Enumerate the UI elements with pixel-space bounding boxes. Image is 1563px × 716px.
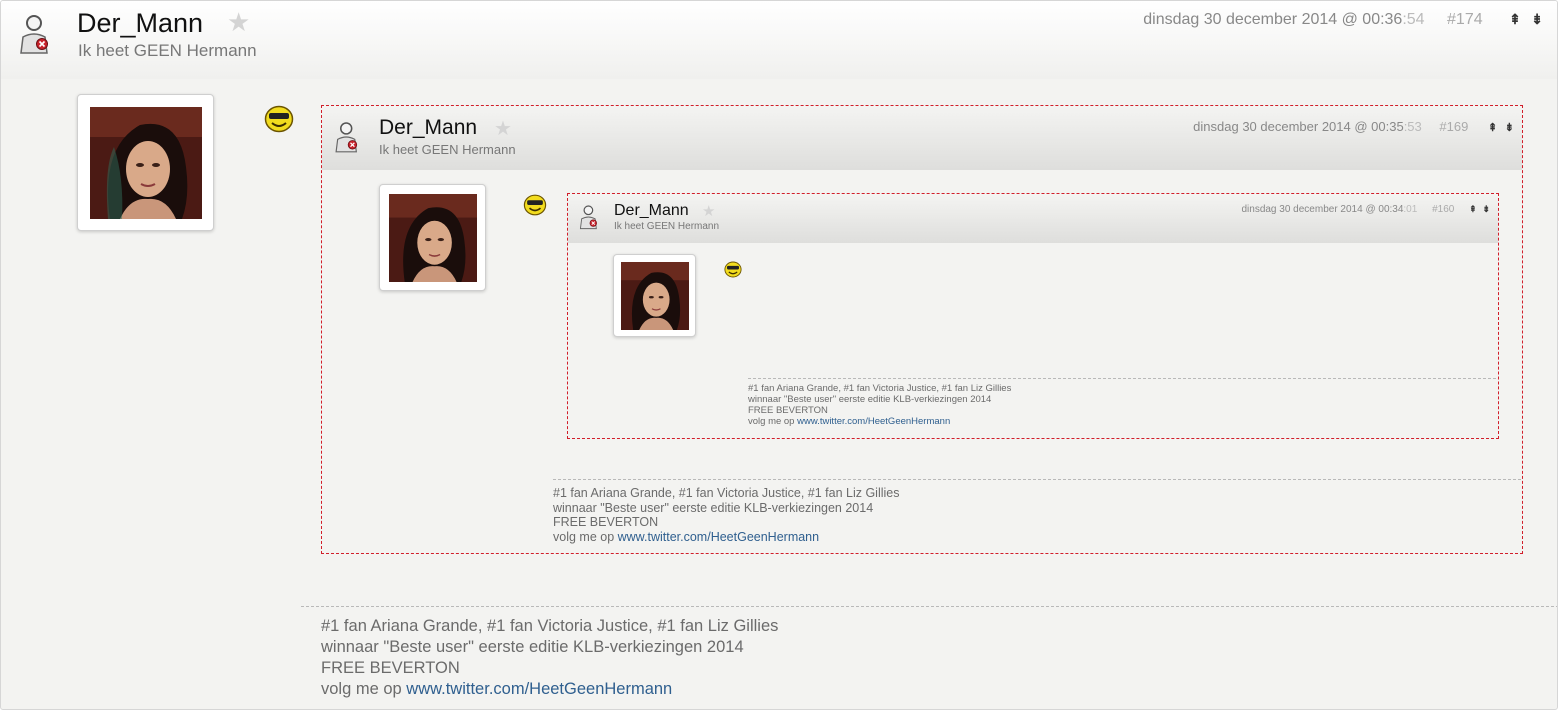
signature-line: #1 fan Ariana Grande, #1 fan Victoria Ju… [748,383,1012,394]
post-meta: dinsdag 30 december 2014 @ 00:34:01 #160… [1241,204,1490,215]
avatar-photo [621,262,689,330]
avatar[interactable] [77,94,214,231]
signature-line: volg me op www.twitter.com/HeetGeenHerma… [553,529,820,544]
signature: #1 fan Ariana Grande, #1 fan Victoria Ju… [301,606,1557,700]
signature-line: volg me op www.twitter.com/HeetGeenHerma… [321,680,673,698]
post-header: Der_Mann ★ Ik heet GEEN Hermann dinsdag … [1,1,1557,79]
arrow-down-icon[interactable]: ⇟ [1531,11,1543,27]
avatar[interactable] [613,254,696,337]
signature-line: #1 fan Ariana Grande, #1 fan Victoria Ju… [321,617,779,635]
twitter-link[interactable]: www.twitter.com/HeetGeenHermann [618,530,819,544]
post-number[interactable]: #169 [1439,119,1468,134]
post-date: dinsdag 30 december 2014 @ 00:34 [1241,204,1404,215]
forum-post: Der_Mann ★ Ik heet GEEN Hermann dinsdag … [0,0,1558,710]
post-date: dinsdag 30 december 2014 @ 00:35 [1193,119,1404,134]
username[interactable]: Der_Mann [614,202,689,220]
quote-header: Der_Mann ★ Ik heet GEEN Hermann dinsdag … [322,106,1522,170]
signature-line: winnaar "Beste user" eerste editie KLB-v… [321,638,744,656]
user-title: Ik heet GEEN Hermann [614,221,720,232]
arrow-down-icon[interactable]: ⇟ [1505,122,1514,134]
username[interactable]: Der_Mann [77,8,203,39]
signature-line: FREE BEVERTON [748,405,828,416]
signature-line: winnaar "Beste user" eerste editie KLB-v… [553,500,874,515]
avatar[interactable] [379,184,486,291]
twitter-link[interactable]: www.twitter.com/HeetGeenHermann [797,416,950,427]
post-date: dinsdag 30 december 2014 @ 00:36 [1143,11,1403,28]
quote-header: Der_Mann ★ Ik heet GEEN Hermann dinsdag … [568,194,1498,243]
post-number[interactable]: #160 [1432,204,1454,215]
post-seconds: :53 [1403,119,1422,134]
username[interactable]: Der_Mann [379,116,477,140]
post-meta: dinsdag 30 december 2014 @ 00:36:54 #174… [1143,11,1543,29]
user-title: Ik heet GEEN Hermann [78,41,257,60]
arrow-up-icon[interactable]: ⇞ [1509,11,1521,27]
post-seconds: :01 [1403,204,1418,215]
cool-smiley-icon [523,194,547,216]
avatar-photo [389,194,477,282]
user-offline-icon [335,122,358,153]
post-seconds: :54 [1402,11,1425,28]
signature: #1 fan Ariana Grande, #1 fan Victoria Ju… [748,378,1496,427]
cool-smiley-icon [724,261,742,278]
signature-line: winnaar "Beste user" eerste editie KLB-v… [748,394,992,405]
user-offline-icon [579,205,597,230]
user-title: Ik heet GEEN Hermann [379,142,516,157]
quote-level-2: Der_Mann ★ Ik heet GEEN Hermann dinsdag … [567,193,1499,439]
post-number[interactable]: #174 [1447,11,1483,28]
star-icon[interactable]: ★ [494,116,512,141]
star-icon[interactable]: ★ [702,202,715,220]
signature-line: #1 fan Ariana Grande, #1 fan Victoria Ju… [553,486,900,500]
quote-level-1: Der_Mann ★ Ik heet GEEN Hermann dinsdag … [321,105,1523,554]
cool-smiley-icon [264,105,294,133]
post-meta: dinsdag 30 december 2014 @ 00:35:53 #169… [1193,119,1514,134]
signature-line: FREE BEVERTON [553,515,659,529]
signature-line: volg me op www.twitter.com/HeetGeenHerma… [748,416,951,427]
star-icon[interactable]: ★ [227,7,250,38]
user-offline-icon [20,15,48,54]
arrow-up-icon[interactable]: ⇞ [1488,122,1497,134]
signature-line: FREE BEVERTON [321,659,460,677]
signature: #1 fan Ariana Grande, #1 fan Victoria Ju… [553,479,1521,544]
arrow-up-icon[interactable]: ⇞ [1469,204,1477,214]
avatar-photo [90,107,202,219]
arrow-down-icon[interactable]: ⇟ [1482,204,1490,214]
twitter-link[interactable]: www.twitter.com/HeetGeenHermann [406,680,672,698]
